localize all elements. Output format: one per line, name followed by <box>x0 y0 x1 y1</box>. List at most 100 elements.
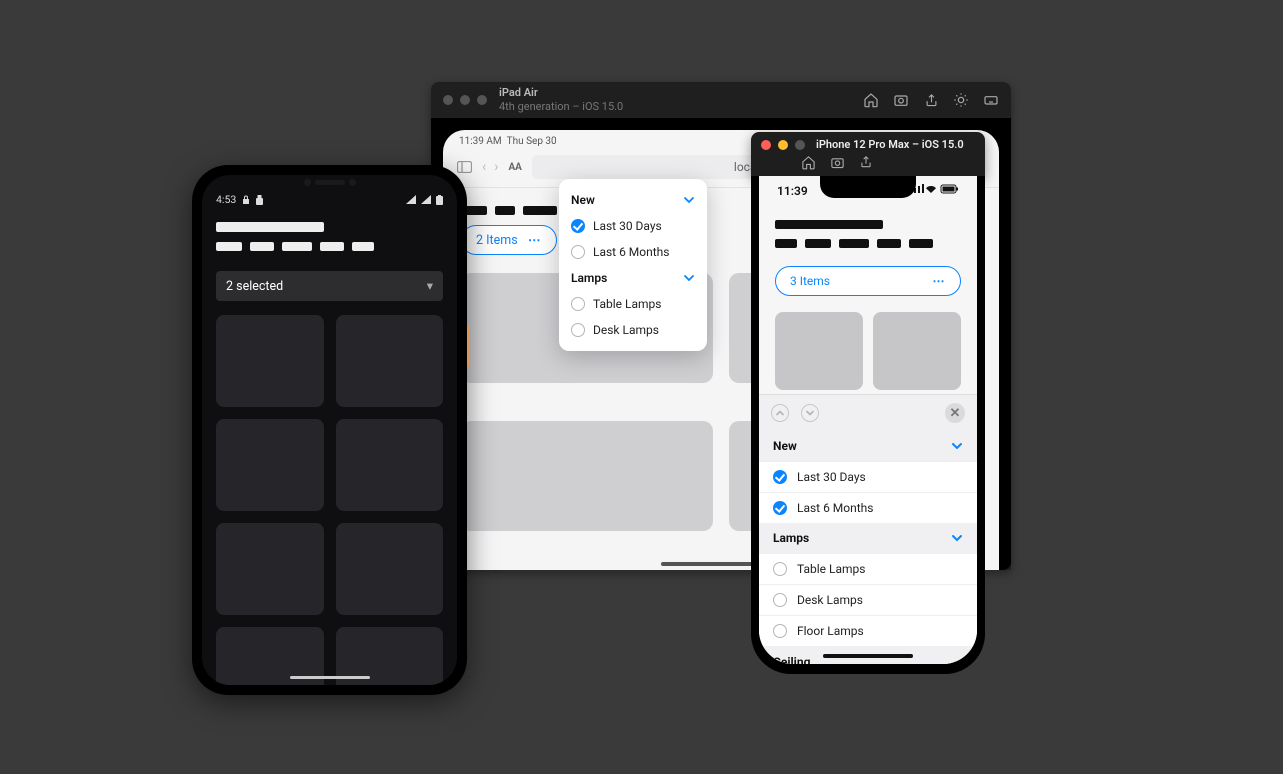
section-title: New <box>571 193 595 207</box>
product-card[interactable] <box>216 523 324 615</box>
close-window-button[interactable] <box>761 140 771 150</box>
radio-checked-icon <box>571 219 585 233</box>
radio-checked-icon <box>773 501 787 515</box>
option-label: Table Lamps <box>593 297 661 311</box>
radio-checked-icon <box>773 470 787 484</box>
option-label: Desk Lamps <box>593 323 659 337</box>
power-button[interactable] <box>467 325 470 367</box>
sidebar-icon[interactable] <box>457 161 472 173</box>
section-title: Lamps <box>773 531 809 545</box>
text-size-button[interactable]: AA <box>508 162 521 173</box>
android-page-content: 2 selected ▾ <box>202 212 457 685</box>
status-time: 11:39 <box>777 184 808 198</box>
simulator-toolbar-icons <box>863 92 999 108</box>
chevron-down-icon <box>683 194 695 206</box>
chevron-down-icon <box>683 272 695 284</box>
section-title: Lamps <box>571 271 607 285</box>
status-date: Thu Sep 30 <box>507 136 557 147</box>
home-icon[interactable] <box>863 92 879 108</box>
more-icon: ⋯ <box>933 274 947 288</box>
keyboard-icon[interactable] <box>983 92 999 108</box>
status-time: 11:39 AM <box>459 136 502 147</box>
home-indicator[interactable] <box>823 654 913 658</box>
screenshot-icon[interactable] <box>830 155 845 170</box>
android-phone-frame: 4:53 2 select <box>192 165 467 695</box>
popover-option-last6m[interactable]: Last 6 Months <box>559 239 707 265</box>
radio-unchecked-icon <box>773 624 787 638</box>
forward-button[interactable]: › <box>494 159 498 175</box>
sheet-option-floor-lamps[interactable]: Floor Lamps <box>759 615 977 646</box>
close-window-button[interactable] <box>443 95 453 105</box>
dropdown-triangle-icon: ▾ <box>427 278 433 294</box>
sheet-handle-bar: ✕ <box>759 395 977 431</box>
share-icon[interactable] <box>923 92 939 108</box>
nav-arrows: ‹ › <box>482 159 498 175</box>
option-label: Floor Lamps <box>797 624 864 638</box>
product-card[interactable] <box>216 419 324 511</box>
option-label: Table Lamps <box>797 562 865 576</box>
popover-section-lamps[interactable]: Lamps <box>559 265 707 291</box>
option-label: Last 30 Days <box>797 470 866 484</box>
select-label: 2 selected <box>226 279 283 294</box>
sheet-option-last6m[interactable]: Last 6 Months <box>759 492 977 523</box>
brightness-icon[interactable] <box>953 92 969 108</box>
popover-option-last30[interactable]: Last 30 Days <box>559 213 707 239</box>
iphone-simulator-window: iPhone 12 Pro Max – iOS 15.0 11:39 <box>751 132 985 674</box>
chevron-down-icon <box>951 440 963 452</box>
status-indicators <box>909 184 959 198</box>
product-card[interactable] <box>336 419 444 511</box>
front-camera <box>304 179 356 186</box>
option-label: Last 6 Months <box>797 501 873 515</box>
radio-unchecked-icon <box>773 593 787 607</box>
radio-unchecked-icon <box>571 323 585 337</box>
items-filter-pill[interactable]: 3 Items ⋯ <box>775 266 961 296</box>
radio-unchecked-icon <box>571 245 585 259</box>
iphone-titlebar: iPhone 12 Pro Max – iOS 15.0 <box>751 132 985 176</box>
ipad-title: iPad Air 4th generation – iOS 15.0 <box>499 86 623 114</box>
product-card[interactable] <box>336 523 444 615</box>
chevron-down-icon[interactable] <box>801 404 819 422</box>
product-card[interactable] <box>873 312 961 390</box>
popover-option-table-lamps[interactable]: Table Lamps <box>559 291 707 317</box>
filter-select[interactable]: 2 selected ▾ <box>216 271 443 301</box>
page-heading-placeholder <box>775 220 961 258</box>
product-card[interactable] <box>775 312 863 390</box>
popover-section-new[interactable]: New <box>559 187 707 213</box>
product-card[interactable] <box>216 315 324 407</box>
option-label: Desk Lamps <box>797 593 863 607</box>
android-screen: 4:53 2 select <box>202 175 457 685</box>
sheet-section-lamps[interactable]: Lamps <box>759 523 977 553</box>
product-grid <box>216 315 443 685</box>
radio-unchecked-icon <box>773 562 787 576</box>
minimize-window-button[interactable] <box>460 95 470 105</box>
sheet-option-table-lamps[interactable]: Table Lamps <box>759 553 977 584</box>
window-traffic-lights[interactable] <box>443 95 487 105</box>
zoom-window-button[interactable] <box>795 140 805 150</box>
option-label: Last 30 Days <box>593 219 662 233</box>
product-card[interactable] <box>336 315 444 407</box>
usb-icon <box>256 195 263 205</box>
option-label: Last 6 Months <box>593 245 669 259</box>
ipad-titlebar: iPad Air 4th generation – iOS 15.0 <box>431 82 1011 118</box>
sheet-option-desk-lamps[interactable]: Desk Lamps <box>759 584 977 615</box>
back-button[interactable]: ‹ <box>482 159 486 175</box>
zoom-window-button[interactable] <box>477 95 487 105</box>
product-card[interactable] <box>461 421 713 531</box>
sheet-option-last30[interactable]: Last 30 Days <box>759 461 977 492</box>
home-icon[interactable] <box>801 155 816 170</box>
filter-sheet: ✕ New Last 30 Days Last 6 Months Lamps <box>759 394 977 664</box>
popover-option-desk-lamps[interactable]: Desk Lamps <box>559 317 707 343</box>
minimize-window-button[interactable] <box>778 140 788 150</box>
chevron-right-icon: › <box>959 654 963 664</box>
screenshot-icon[interactable] <box>893 92 909 108</box>
items-filter-pill[interactable]: 2 Items ⋯ <box>461 225 557 255</box>
chevron-up-icon[interactable] <box>771 404 789 422</box>
device-subtitle: 4th generation – iOS 15.0 <box>499 100 623 114</box>
status-time: 4:53 <box>216 193 236 206</box>
sheet-section-new[interactable]: New <box>759 431 977 461</box>
close-sheet-button[interactable]: ✕ <box>945 403 965 423</box>
share-icon[interactable] <box>859 155 873 170</box>
home-indicator[interactable] <box>290 676 370 679</box>
filter-popover: New Last 30 Days Last 6 Months Lamps <box>559 179 707 351</box>
iphone-notch <box>820 176 916 198</box>
